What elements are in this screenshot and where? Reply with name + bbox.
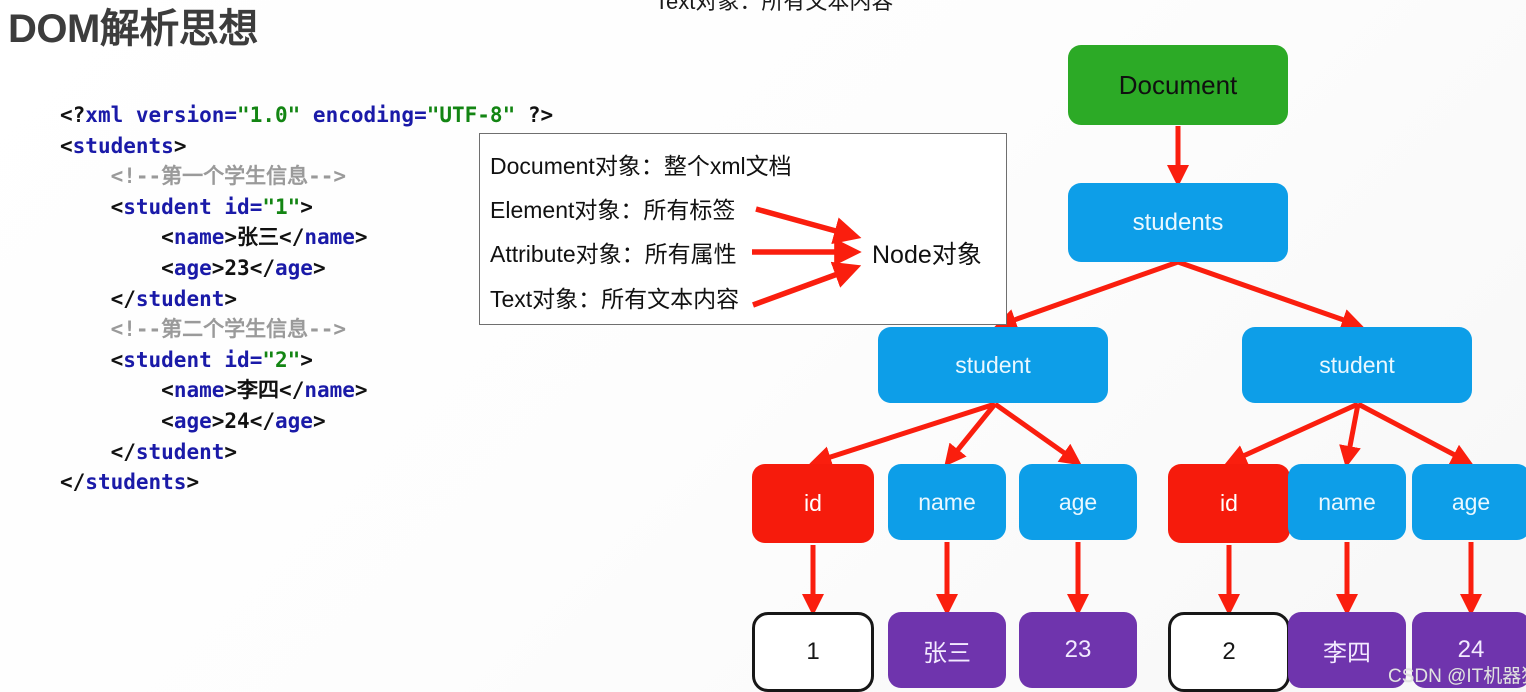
legend-node-target-label: Node对象 — [872, 241, 982, 269]
tree-node-student-1: student — [878, 327, 1108, 403]
tree-node-age-2: age — [1412, 464, 1526, 540]
legend-line-element: Element对象：所有标签 — [490, 197, 736, 223]
tree-node-label: student — [1319, 351, 1395, 378]
legend-line-text: Text对象：所有文本内容 — [490, 286, 740, 312]
legend-line-document: Document对象：整个xml文档 — [490, 153, 792, 179]
tree-edge-student-2-to-id-2 — [1224, 401, 1360, 466]
tree-node-val-id-2: 2 — [1168, 612, 1290, 692]
legend-line-attribute: Attribute对象：所有属性 — [490, 241, 737, 267]
tree-edge-students-to-student-1 — [994, 259, 1179, 331]
tree-node-val-name-1: 张三 — [888, 612, 1006, 688]
tree-node-label: Document — [1118, 69, 1238, 100]
tree-node-label: 张三 — [923, 639, 971, 667]
tree-edge-students-to-student-2 — [1177, 259, 1364, 331]
tree-node-label: 2 — [1222, 638, 1236, 665]
tree-node-label: id — [1220, 490, 1238, 516]
tree-node-label: students — [1132, 208, 1224, 236]
tree-node-id-2: id — [1168, 464, 1290, 543]
tree-edge-student-2-to-age-2 — [1356, 401, 1474, 465]
tree-node-label: name — [918, 488, 976, 515]
tree-node-label: age — [1451, 488, 1491, 515]
tree-node-label: 1 — [806, 638, 820, 665]
tree-node-val-age-1: 23 — [1019, 612, 1137, 688]
tree-edge-student-1-to-id-1 — [809, 401, 996, 468]
dom-tree-diagram: Document students student student id name age i… — [0, 0, 1526, 692]
tree-node-label: student — [955, 351, 1031, 378]
tree-edge-student-1-to-age-1 — [993, 401, 1082, 466]
tree-node-label: id — [804, 490, 822, 516]
tree-node-label: 24 — [1457, 636, 1485, 663]
tree-node-name-1: name — [888, 464, 1006, 540]
tree-node-label: 李四 — [1323, 639, 1371, 667]
legend-box: Document对象：整个xml文档 Element对象：所有标签 Attrib… — [479, 133, 1007, 325]
tree-node-val-id-1: 1 — [752, 612, 874, 692]
tree-node-label: name — [1318, 488, 1376, 515]
csdn-watermark: CSDN @IT机器猫 — [1388, 666, 1526, 687]
tree-node-age-1: age — [1019, 464, 1137, 540]
tree-node-name-2: name — [1288, 464, 1406, 540]
tree-node-students: students — [1068, 183, 1288, 262]
tree-node-label: 23 — [1064, 636, 1092, 663]
tree-node-student-2: student — [1242, 327, 1472, 403]
tree-edge-student-2-to-name-2 — [1339, 403, 1361, 468]
tree-node-id-1: id — [752, 464, 874, 543]
tree-node-document: Document — [1068, 45, 1288, 125]
tree-node-label: age — [1058, 488, 1098, 515]
